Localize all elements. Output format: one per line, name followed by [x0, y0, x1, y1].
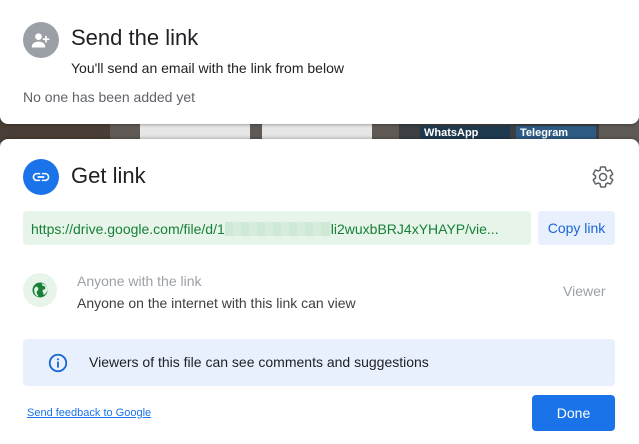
- send-feedback-link[interactable]: Send feedback to Google: [27, 407, 151, 419]
- get-link-title: Get link: [71, 163, 146, 188]
- info-banner-text: Viewers of this file can see comments an…: [89, 354, 429, 370]
- background-tag-telegram: Telegram: [516, 126, 596, 140]
- person-add-icon: [23, 22, 59, 58]
- link-icon: [23, 159, 59, 195]
- globe-icon: [23, 273, 57, 307]
- info-icon: [48, 353, 68, 373]
- share-link-url: https://drive.google.com/file/d/1 li2wuxb…: [31, 221, 499, 237]
- send-link-dialog: Send the link You'll send an email with …: [0, 0, 639, 124]
- send-dialog-subtitle: You'll send an email with the link from …: [71, 60, 344, 76]
- recipients-empty-state: No one has been added yet: [23, 89, 196, 105]
- copy-link-button[interactable]: Copy link: [538, 211, 615, 245]
- link-access-description: Anyone on the internet with this link ca…: [77, 295, 356, 311]
- role-dropdown[interactable]: Viewer: [563, 283, 606, 299]
- background-tag-whatsapp: WhatsApp: [420, 126, 510, 140]
- info-banner: Viewers of this file can see comments an…: [23, 339, 615, 386]
- link-access-dropdown[interactable]: Anyone with the link: [77, 273, 202, 289]
- redacted-id: [224, 222, 331, 236]
- share-link-field[interactable]: https://drive.google.com/file/d/1 li2wuxb…: [23, 211, 531, 245]
- gear-icon[interactable]: [591, 165, 615, 189]
- send-dialog-title: Send the link: [71, 25, 199, 50]
- get-link-dialog: Get link https://drive.google.com/file/d…: [0, 139, 639, 444]
- done-button[interactable]: Done: [532, 395, 615, 431]
